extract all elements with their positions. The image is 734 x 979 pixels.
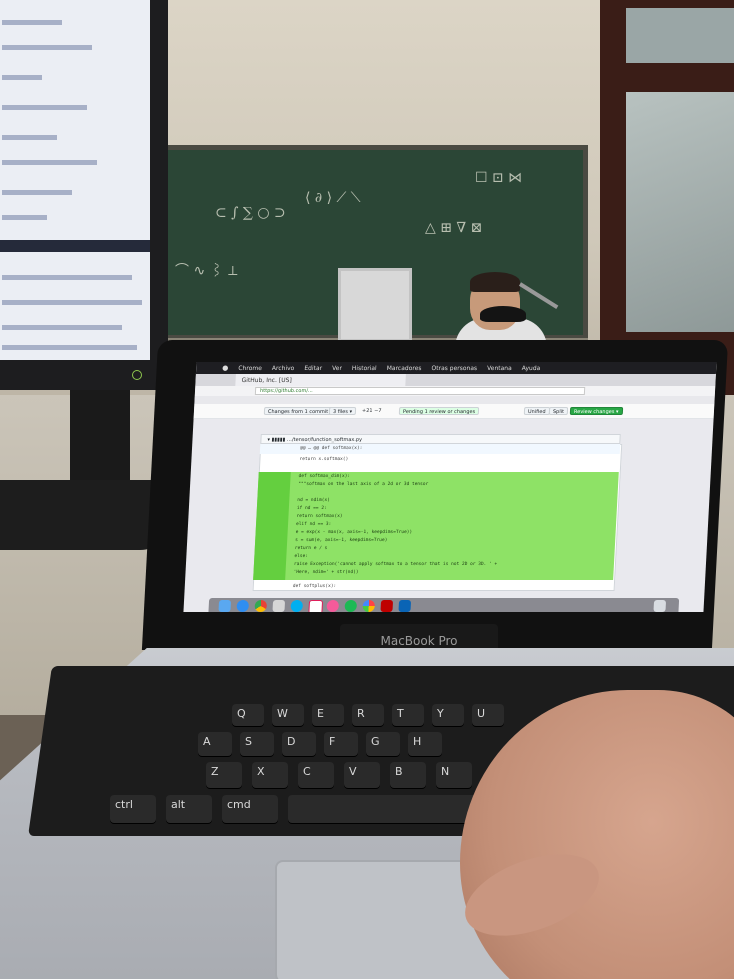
key-s[interactable]: S xyxy=(240,732,274,756)
code-line-added: 'Here, ndim=' + str(nd)) xyxy=(293,570,359,575)
bookmarks-bar xyxy=(194,396,715,404)
text-line xyxy=(2,215,47,220)
code-line-added: """softmax on the last axis of a 2d or 3… xyxy=(298,482,429,487)
background-monitor xyxy=(338,268,412,342)
code-line-added: else: xyxy=(294,554,309,559)
key-y[interactable]: Y xyxy=(432,704,464,726)
menubar-item[interactable]: Archivo xyxy=(272,365,295,372)
diffstat: +21 −7 xyxy=(361,408,382,414)
code-line-context: def softplus(x): xyxy=(292,584,337,589)
code-line-context: return x.softmax() xyxy=(299,457,349,462)
diff-line-numbers xyxy=(253,472,291,580)
mac-menubar: ● Chrome Archivo Editar Ver Historial Ma… xyxy=(195,362,717,374)
chalk-scribble: △ ⊞ ∇ ⊠ xyxy=(425,220,483,236)
text-line xyxy=(2,160,97,165)
menubar-item[interactable]: Editar xyxy=(304,365,322,372)
code-line-added: if nd == 2: xyxy=(296,506,327,511)
code-line-added: e = exp(x - max(x, axis=-1, keepdims=Tru… xyxy=(295,530,413,535)
terminal-bar xyxy=(0,240,150,252)
key-x[interactable]: X xyxy=(252,762,288,788)
code-line-added: s = sum(e, axis=-1, keepdims=True) xyxy=(295,538,388,543)
pending-review-banner: Pending 1 review or changes xyxy=(398,407,480,415)
code-line-added: nd = ndim(x) xyxy=(297,498,330,503)
text-line xyxy=(2,75,42,80)
review-changes-button[interactable]: Review changes ▾ xyxy=(569,407,623,415)
menubar-item[interactable]: Otras personas xyxy=(431,365,477,372)
key-cmd[interactable]: cmd xyxy=(222,795,278,823)
text-line xyxy=(2,300,142,305)
monitor-base xyxy=(0,480,170,550)
key-u[interactable]: U xyxy=(472,704,504,726)
menubar-item[interactable]: Ventana xyxy=(487,365,512,372)
files-dropdown[interactable]: 3 files ▾ xyxy=(328,407,357,415)
key-h[interactable]: H xyxy=(408,732,442,756)
code-line-added: return e / s xyxy=(294,546,328,551)
chalk-scribble: ⊂ ∫ ∑ ○ ⊃ xyxy=(215,205,286,221)
text-line xyxy=(2,325,122,330)
door-glass-pane xyxy=(626,8,734,63)
text-line xyxy=(2,190,72,195)
key-z[interactable]: Z xyxy=(206,762,242,788)
key-a[interactable]: A xyxy=(198,732,232,756)
split-view-button[interactable]: Split xyxy=(548,407,569,415)
trash-icon[interactable] xyxy=(653,600,667,612)
key-alt[interactable]: alt xyxy=(166,795,212,823)
diff-file-header[interactable]: ▾ ▮▮▮▮▮ …/tensor/function_softmax.py xyxy=(260,434,621,444)
key-e[interactable]: E xyxy=(312,704,344,726)
menubar-app[interactable]: Chrome xyxy=(238,365,262,372)
apple-icon[interactable]: ● xyxy=(222,364,229,372)
finder-icon[interactable] xyxy=(218,600,232,612)
key-f[interactable]: F xyxy=(324,732,358,756)
code-line-added: elif nd == 3: xyxy=(295,522,332,527)
url-input[interactable]: https://github.com/... xyxy=(254,387,586,395)
chalk-scribble: ⌒ ∿ ⌇ ⟂ xyxy=(175,263,238,279)
menubar-item[interactable]: Historial xyxy=(352,365,377,372)
key-q[interactable]: Q xyxy=(232,704,264,726)
script-editor-icon[interactable] xyxy=(272,600,286,612)
key-v[interactable]: V xyxy=(344,762,380,788)
menubar-item[interactable]: Ayuda xyxy=(522,365,541,372)
text-line xyxy=(2,105,87,110)
key-n[interactable]: N xyxy=(436,762,472,788)
changes-from-dropdown[interactable]: Changes from 1 commit ▾ xyxy=(263,407,337,415)
text-line xyxy=(2,45,92,50)
chalk-scribble: ⟨ ∂ ⟩ ⟋ ⟍ xyxy=(305,190,361,206)
key-r[interactable]: R xyxy=(352,704,384,726)
door-glass-pane xyxy=(626,92,734,332)
browser-tab[interactable]: GitHub, Inc. [US] xyxy=(235,374,406,386)
key-t[interactable]: T xyxy=(392,704,424,726)
menubar-item[interactable]: Marcadores xyxy=(387,365,422,372)
slack-icon[interactable] xyxy=(308,600,324,612)
person-hair xyxy=(470,272,520,292)
hunk-header-text: @@ … @@ def softmax(x): xyxy=(299,446,363,451)
menubar-item[interactable]: Ver xyxy=(332,365,342,372)
laptop-screen: ● Chrome Archivo Editar Ver Historial Ma… xyxy=(183,362,717,612)
diff-hunk-header[interactable]: @@ … @@ def softmax(x): xyxy=(259,444,621,454)
key-b[interactable]: B xyxy=(390,762,426,788)
text-line xyxy=(2,135,57,140)
filezilla-icon[interactable] xyxy=(380,600,394,612)
unified-view-button[interactable]: Unified xyxy=(523,407,550,415)
monitor-power-icon[interactable] xyxy=(132,370,142,380)
key-c[interactable]: C xyxy=(298,762,334,788)
text-line xyxy=(2,275,132,280)
external-monitor-screen xyxy=(0,0,150,360)
key-ctrl[interactable]: ctrl xyxy=(110,795,156,823)
outlook-icon[interactable] xyxy=(398,600,412,612)
code-line-added: def softmax_dim(x): xyxy=(298,474,351,479)
desk-lamp-shade xyxy=(480,306,526,322)
photo-scene: ⊂ ∫ ∑ ○ ⊃ ⟨ ∂ ⟩ ⟋ ⟍ △ ⊞ ∇ ⊠ ⌒ ∿ ⌇ ⟂ ☐ ⊡ … xyxy=(0,0,734,979)
code-line-added: raise Exception('cannot apply softmax to… xyxy=(293,562,498,567)
text-line xyxy=(2,345,137,350)
key-d[interactable]: D xyxy=(282,732,316,756)
chalk-scribble: ☐ ⊡ ⋈ xyxy=(475,170,523,186)
key-g[interactable]: G xyxy=(366,732,400,756)
code-line-added: return softmax(x) xyxy=(296,514,343,519)
key-w[interactable]: W xyxy=(272,704,304,726)
text-line xyxy=(2,20,62,25)
